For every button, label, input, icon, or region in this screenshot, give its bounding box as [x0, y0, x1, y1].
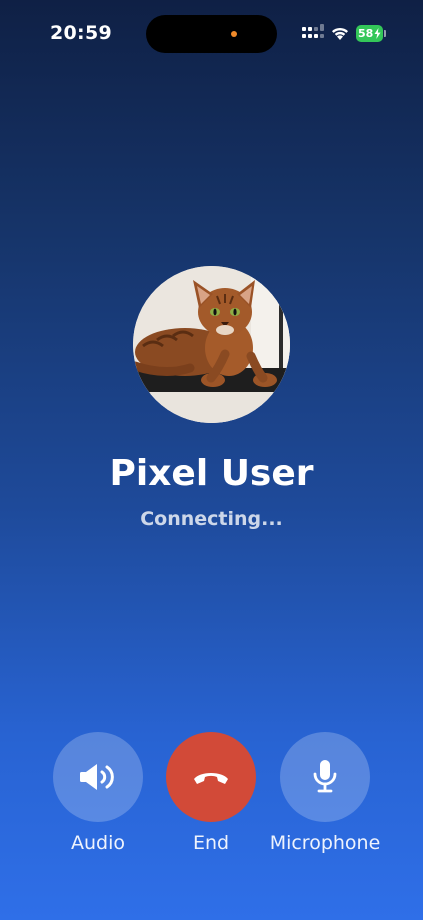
battery-charging-icon — [374, 28, 381, 39]
status-time: 20:59 — [50, 22, 112, 44]
battery-indicator: 58 — [356, 25, 383, 42]
microphone-button-label: Microphone — [269, 832, 381, 854]
dynamic-island — [146, 15, 277, 53]
cat-avatar-image — [133, 266, 290, 423]
cellular-signal-icon — [302, 24, 324, 41]
contact-avatar — [133, 266, 290, 423]
audio-button[interactable] — [53, 732, 143, 822]
wifi-icon — [332, 27, 348, 40]
hang-up-icon — [194, 773, 228, 784]
battery-level: 58 — [358, 27, 374, 40]
contact-name: Pixel User — [109, 453, 314, 494]
end-call-button[interactable] — [166, 732, 256, 822]
speaker-icon — [80, 764, 114, 790]
call-screen: 20:59 58 Pixel User Connecting... Audio … — [0, 0, 423, 920]
activity-indicator-dot — [231, 31, 237, 37]
battery-cap — [384, 30, 386, 37]
call-status: Connecting... — [140, 508, 283, 530]
microphone-button[interactable] — [280, 732, 370, 822]
microphone-icon — [313, 760, 337, 793]
